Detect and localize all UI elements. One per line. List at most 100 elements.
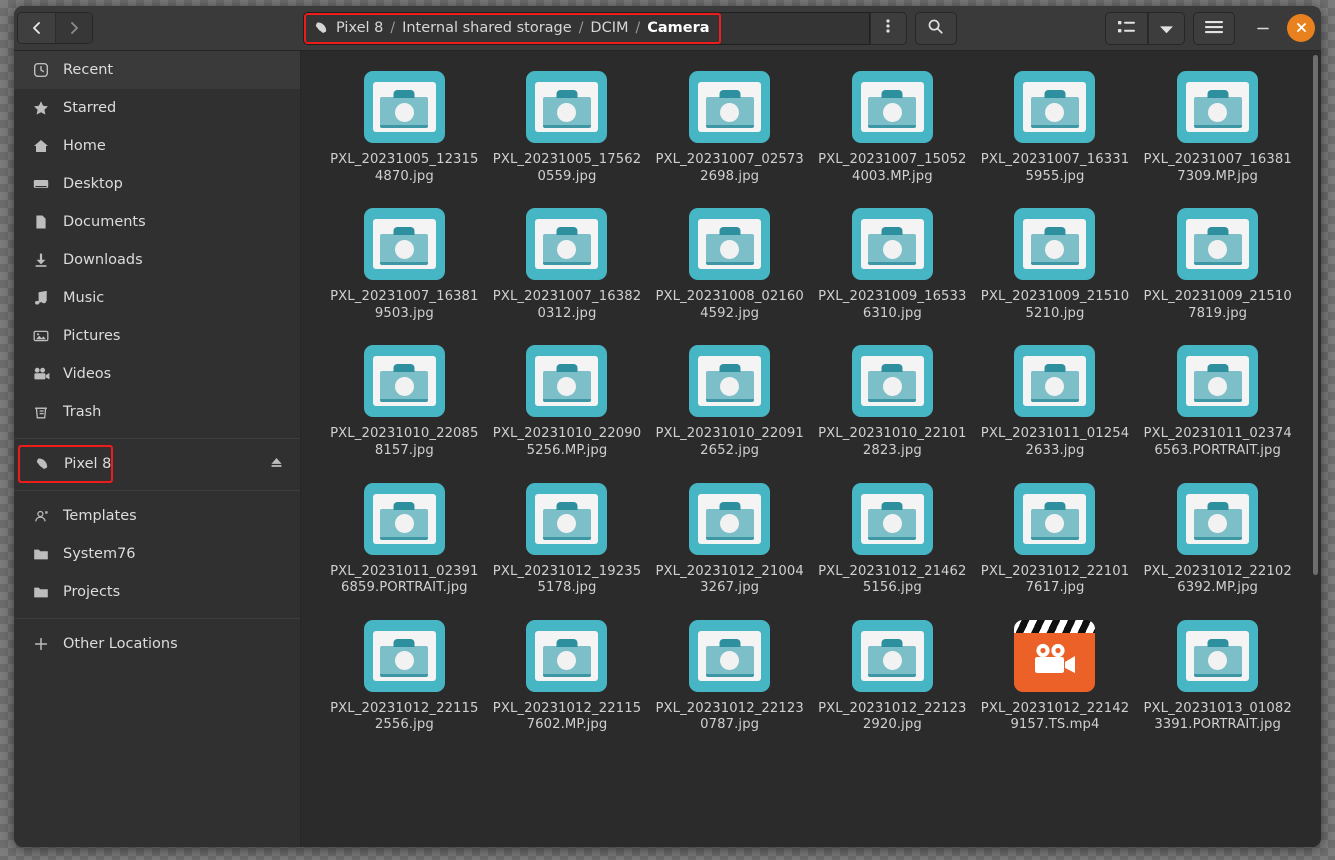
file-item[interactable]: PXL_20231007_025732698.jpg [648,65,811,185]
file-item[interactable]: PXL_20231009_215105210.jpg [974,202,1137,322]
image-thumbnail[interactable] [852,620,933,692]
sidebar-item-trash[interactable]: Trash [14,393,300,431]
file-item[interactable]: PXL_20231012_221230787.jpg [648,614,811,734]
breadcrumb-item-0[interactable]: Pixel 8 [331,20,388,36]
sidebar-item-pictures[interactable]: Pictures [14,317,300,355]
image-thumbnail[interactable] [689,345,770,417]
file-item[interactable]: PXL_20231012_221026392.MP.jpg [1136,477,1299,597]
file-item[interactable]: PXL_20231011_023746563.PORTRAIT.jpg [1136,339,1299,459]
view-options-dropdown[interactable] [1148,12,1185,45]
file-item[interactable]: PXL_20231005_175620559.jpg [486,65,649,185]
image-thumbnail[interactable] [526,345,607,417]
image-thumbnail[interactable] [1014,483,1095,555]
minimize-button[interactable] [1249,14,1277,42]
file-item[interactable]: PXL_20231012_221152556.jpg [323,614,486,734]
image-thumbnail[interactable] [852,345,933,417]
forward-button[interactable] [55,13,92,43]
vertical-scrollbar[interactable] [1313,55,1318,575]
image-thumbnail[interactable] [852,71,933,143]
sidebar-item-music[interactable]: Music [14,279,300,317]
file-item[interactable]: PXL_20231007_163817309.MP.jpg [1136,65,1299,185]
file-item[interactable]: PXL_20231005_123154870.jpg [323,65,486,185]
image-thumbnail[interactable] [1014,208,1095,280]
file-name-label: PXL_20231007_163315955.jpg [979,152,1131,185]
image-thumbnail[interactable] [689,620,770,692]
image-thumbnail[interactable] [1177,620,1258,692]
sidebar-item-desktop[interactable]: Desktop [14,165,300,203]
image-thumbnail[interactable] [364,71,445,143]
sidebar-item-pixel8[interactable]: Pixel 8 [18,445,113,483]
image-thumbnail[interactable] [689,71,770,143]
image-thumbnail[interactable] [689,208,770,280]
image-thumbnail[interactable] [1177,208,1258,280]
image-thumbnail[interactable] [1014,71,1095,143]
sidebar-divider [14,618,300,619]
image-thumbnail[interactable] [689,483,770,555]
file-item[interactable]: PXL_20231012_192355178.jpg [486,477,649,597]
image-thumbnail[interactable] [1014,345,1095,417]
home-icon [32,138,50,154]
sidebar-item-videos[interactable]: Videos [14,355,300,393]
sidebar-item-other-locations[interactable]: Other Locations [14,625,300,663]
sidebar-item-starred[interactable]: Starred [14,89,300,127]
file-item[interactable]: PXL_20231007_163315955.jpg [974,65,1137,185]
file-name-label: PXL_20231012_221232920.jpg [816,701,968,734]
sidebar-label: Starred [63,100,116,116]
file-item[interactable]: PXL_20231007_163819503.jpg [323,202,486,322]
image-thumbnail[interactable] [852,208,933,280]
file-item[interactable]: PXL_20231012_210043267.jpg [648,477,811,597]
file-item[interactable]: PXL_20231012_221017617.jpg [974,477,1137,597]
image-thumbnail[interactable] [526,483,607,555]
sidebar-item-projects[interactable]: Projects [14,573,300,611]
search-button[interactable] [915,12,957,45]
sidebar-item-recent[interactable]: Recent [14,51,300,89]
image-thumbnail[interactable] [852,483,933,555]
file-item[interactable]: PXL_20231008_021604592.jpg [648,202,811,322]
path-entry[interactable]: Pixel 8 / Internal shared storage / DCIM… [303,12,870,45]
path-options-button[interactable] [870,12,907,45]
image-thumbnail[interactable] [364,208,445,280]
image-thumbnail[interactable] [526,71,607,143]
file-item[interactable]: PXL_20231009_215107819.jpg [1136,202,1299,322]
file-item[interactable]: PXL_20231011_012542633.jpg [974,339,1137,459]
file-item[interactable]: PXL_20231010_220858157.jpg [323,339,486,459]
image-thumbnail[interactable] [1177,483,1258,555]
hamburger-icon [1205,19,1223,38]
file-item[interactable]: PXL_20231011_023916859.PORTRAIT.jpg [323,477,486,597]
breadcrumb-item-1[interactable]: Internal shared storage [397,20,577,36]
sidebar-label: Home [63,138,106,154]
breadcrumb-item-2[interactable]: DCIM [585,20,633,36]
image-thumbnail[interactable] [1177,71,1258,143]
image-thumbnail[interactable] [364,483,445,555]
file-item[interactable]: PXL_20231012_214625156.jpg [811,477,974,597]
sidebar-item-downloads[interactable]: Downloads [14,241,300,279]
file-item[interactable]: PXL_20231013_010823391.PORTRAIT.jpg [1136,614,1299,734]
file-item[interactable]: PXL_20231009_165336310.jpg [811,202,974,322]
close-button[interactable] [1287,14,1315,42]
file-item[interactable]: PXL_20231012_221429157.TS.mp4 [974,614,1137,734]
image-thumbnail[interactable] [364,620,445,692]
image-thumbnail[interactable] [526,620,607,692]
eject-icon[interactable] [269,455,284,474]
breadcrumb-item-3-current[interactable]: Camera [642,20,714,36]
file-item[interactable]: PXL_20231010_220912652.jpg [648,339,811,459]
file-name-label: PXL_20231012_221230787.jpg [654,701,806,734]
view-list-button[interactable] [1105,12,1148,45]
file-item[interactable]: PXL_20231010_221012823.jpg [811,339,974,459]
sidebar-item-system76[interactable]: System76 [14,535,300,573]
file-item[interactable]: PXL_20231012_221157602.MP.jpg [486,614,649,734]
image-thumbnail[interactable] [1177,345,1258,417]
file-item[interactable]: PXL_20231010_220905256.MP.jpg [486,339,649,459]
sidebar-item-home[interactable]: Home [14,127,300,165]
image-thumbnail[interactable] [364,345,445,417]
back-button[interactable] [18,13,55,43]
main-menu-button[interactable] [1193,12,1235,45]
image-thumbnail[interactable] [526,208,607,280]
file-item[interactable]: PXL_20231007_163820312.jpg [486,202,649,322]
file-name-label: PXL_20231010_220912652.jpg [654,426,806,459]
file-item[interactable]: PXL_20231007_150524003.MP.jpg [811,65,974,185]
file-item[interactable]: PXL_20231012_221232920.jpg [811,614,974,734]
sidebar-item-templates[interactable]: Templates [14,497,300,535]
sidebar-item-documents[interactable]: Documents [14,203,300,241]
video-thumbnail[interactable] [1014,620,1095,692]
